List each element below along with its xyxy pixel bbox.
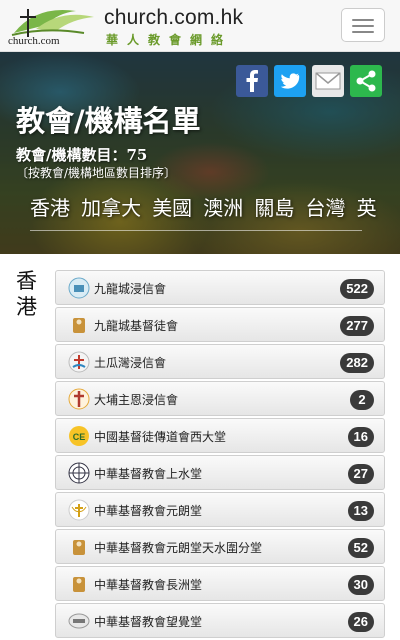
church-logo-icon [68, 499, 90, 521]
church-name: 九龍城浸信會 [94, 282, 167, 296]
region-tabs: 香港 加拿大 美國 澳洲 關島 台灣 英 [0, 192, 400, 226]
church-logo-icon [73, 540, 85, 555]
church-name: 中華基督教會望覺堂 [94, 615, 203, 629]
region-tab-australia[interactable]: 澳洲 [203, 192, 243, 221]
church-name: 九龍城基督徒會 [94, 319, 179, 333]
count-badge: 13 [347, 501, 374, 521]
list-item[interactable]: 中華基督教會望覺堂 26 [55, 603, 385, 638]
list-item[interactable]: 中華基督教會上水堂 27 [55, 455, 385, 490]
hamburger-icon [352, 31, 374, 33]
count-badge: 26 [347, 612, 374, 632]
church-list: 九龍城浸信會 522 九龍城基督徒會 277 土瓜灣浸信會 282 大埔主恩浸信… [55, 270, 385, 640]
list-item[interactable]: 九龍城基督徒會 277 [55, 307, 385, 342]
share-button[interactable] [350, 65, 382, 97]
count-badge: 27 [347, 464, 374, 484]
section-heading-hongkong: 香港 [16, 269, 37, 319]
count-badge: 16 [347, 427, 374, 447]
church-name: 中華基督教會元朗堂 [94, 504, 203, 518]
list-item[interactable]: 中華基督教會長洲堂 30 [55, 566, 385, 601]
church-logo-icon [68, 277, 90, 299]
hero-banner: 教會/機構名單 教會/機構數目：75 〔按教會/機構地區數目排序〕 香港 加拿大… [0, 52, 400, 254]
list-item[interactable]: 中華基督教會元朗堂天水圍分堂 52 [55, 529, 385, 564]
hamburger-icon [352, 19, 374, 21]
mail-icon [315, 72, 341, 90]
brand-subtitle: 華人教會網絡 [106, 33, 233, 47]
count-badge: 52 [347, 538, 374, 558]
count-badge: 522 [340, 279, 374, 299]
region-tab-hongkong[interactable]: 香港 [30, 192, 70, 221]
region-tab-canada[interactable]: 加拿大 [81, 192, 141, 221]
region-divider [30, 230, 362, 231]
facebook-icon [246, 70, 258, 92]
church-logo-icon [68, 351, 90, 373]
church-name: 土瓜灣浸信會 [94, 356, 167, 370]
organization-count: 教會/機構數目：75 [16, 146, 148, 164]
church-name: 中華基督教會長洲堂 [94, 578, 203, 592]
count-badge: 2 [350, 390, 374, 410]
logo-text: church.com [8, 35, 60, 47]
church-logo-icon [73, 318, 85, 333]
church-name: 中華基督教會上水堂 [94, 467, 203, 481]
list-item[interactable]: 大埔主恩浸信會 2 [55, 381, 385, 416]
page-title: 教會/機構名單 [16, 104, 201, 138]
list-item[interactable]: CE 中國基督徒傳道會西大堂 16 [55, 418, 385, 453]
church-logo-icon [68, 613, 90, 629]
church-logo-icon: CE [69, 426, 89, 446]
list-item[interactable]: 中華基督教會元朗堂 13 [55, 492, 385, 527]
church-name: 中華基督教會元朗堂天水圍分堂 [94, 541, 263, 555]
top-navbar: church.com church.com.hk 華人教會網絡 [0, 0, 400, 52]
hamburger-icon [352, 25, 374, 27]
church-name: 大埔主恩浸信會 [94, 393, 179, 407]
list-item[interactable]: 九龍城浸信會 522 [55, 270, 385, 305]
twitter-icon [280, 73, 300, 89]
cross-logo-icon [68, 388, 90, 410]
region-tab-usa[interactable]: 美國 [152, 192, 192, 221]
region-tab-guam[interactable]: 關島 [254, 192, 294, 221]
region-tab-taiwan[interactable]: 台灣 [305, 192, 345, 221]
count-badge: 282 [340, 353, 374, 373]
region-tab-uk[interactable]: 英 [357, 192, 377, 221]
email-share-button[interactable] [312, 65, 344, 97]
church-name: 中國基督徒傳道會西大堂 [94, 430, 227, 444]
brand-title[interactable]: church.com.hk [104, 6, 243, 30]
count-badge: 30 [347, 575, 374, 595]
sort-note: 〔按教會/機構地區數目排序〕 [16, 166, 177, 180]
twitter-share-button[interactable] [274, 65, 306, 97]
list-item[interactable]: 土瓜灣浸信會 282 [55, 344, 385, 379]
svg-text:CE: CE [73, 432, 86, 442]
church-logo-icon [73, 577, 85, 592]
church-logo-icon [68, 462, 90, 484]
share-icon [356, 70, 376, 92]
facebook-share-button[interactable] [236, 65, 268, 97]
menu-toggle-button[interactable] [341, 8, 385, 42]
count-badge: 277 [340, 316, 374, 336]
